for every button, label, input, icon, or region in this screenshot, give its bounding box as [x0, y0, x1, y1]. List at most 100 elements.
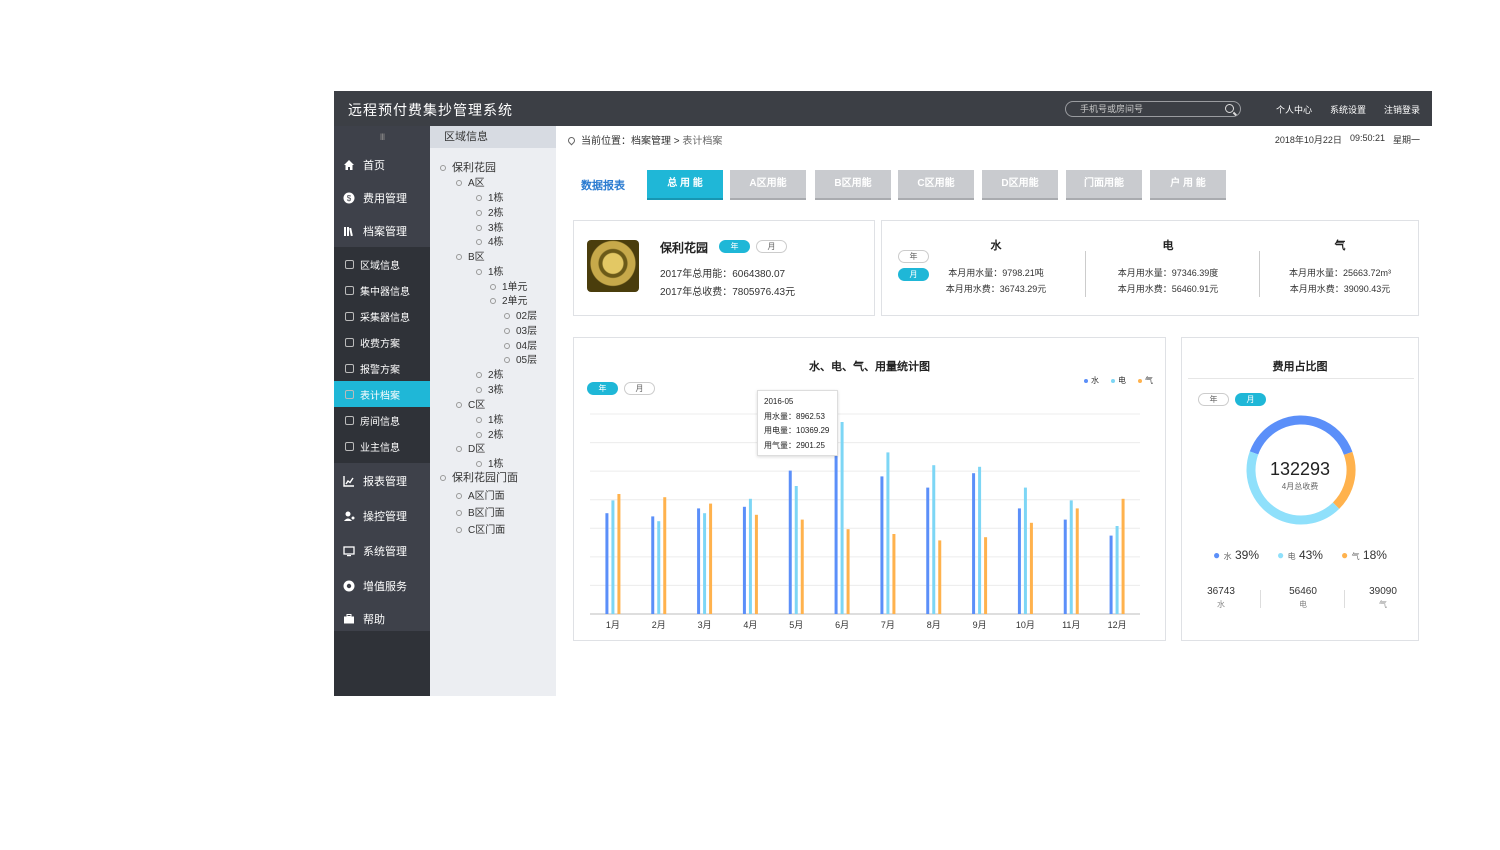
settings-link[interactable]: 系统设置	[1330, 103, 1366, 116]
tree-node[interactable]: A区门面	[456, 487, 505, 502]
bar-gas[interactable]	[800, 519, 804, 614]
bar-electricity[interactable]	[703, 513, 707, 614]
bar-gas[interactable]	[1075, 508, 1079, 614]
tree-node[interactable]: 2栋	[476, 426, 504, 441]
expand-icon[interactable]	[476, 417, 482, 424]
tab-total-energy[interactable]: 总 用 能	[647, 170, 723, 198]
bar-water[interactable]	[742, 506, 746, 614]
bar-electricity[interactable]	[886, 452, 890, 614]
bar-water[interactable]	[926, 487, 930, 614]
tree-node[interactable]: 2单元	[490, 292, 528, 307]
bar-gas[interactable]	[984, 537, 988, 614]
collapse-icon[interactable]	[456, 446, 462, 453]
bar-water[interactable]	[651, 516, 655, 614]
bar-electricity[interactable]	[657, 521, 661, 614]
bar-gas[interactable]	[1029, 522, 1033, 614]
bar-electricity[interactable]	[978, 466, 982, 614]
tree-node[interactable]: 05层	[504, 351, 537, 366]
submenu-item-owner[interactable]: 业主信息	[334, 433, 430, 459]
tree-node[interactable]: D区	[456, 440, 485, 455]
bar-electricity[interactable]	[748, 498, 752, 614]
tree-node[interactable]: 3栋	[476, 219, 504, 234]
bar-water[interactable]	[1063, 519, 1067, 614]
tab-zone-b[interactable]: B区用能	[815, 170, 891, 198]
tree-node[interactable]: 2栋	[476, 204, 504, 219]
breadcrumb-parent[interactable]: 档案管理	[631, 136, 671, 147]
collapse-toggle[interactable]: III	[334, 126, 430, 148]
tree-node[interactable]: 04层	[504, 337, 537, 352]
tree-node[interactable]: 2栋	[476, 366, 504, 381]
logout-link[interactable]: 注销登录	[1384, 103, 1420, 116]
collapse-icon[interactable]	[456, 180, 462, 187]
expand-icon[interactable]	[476, 372, 482, 379]
tree-node[interactable]: C区	[456, 396, 485, 411]
collapse-icon[interactable]	[440, 165, 446, 172]
month-toggle[interactable]: 月	[1235, 393, 1266, 406]
tree-node[interactable]: B区门面	[456, 504, 505, 519]
tree-node[interactable]: 3栋	[476, 381, 504, 396]
bar-electricity[interactable]	[611, 500, 615, 614]
tree-node[interactable]: 1单元	[490, 278, 528, 293]
tree-node[interactable]: 1栋	[476, 411, 504, 426]
tree-node[interactable]: C区门面	[456, 521, 505, 536]
collapse-icon[interactable]	[476, 269, 482, 276]
tab-storefront[interactable]: 门面用能	[1066, 170, 1142, 198]
submenu-item-meter-archive[interactable]: 表计档案	[334, 381, 430, 407]
tab-household[interactable]: 户 用 能	[1150, 170, 1226, 198]
bar-water[interactable]	[972, 473, 976, 614]
expand-icon[interactable]	[476, 239, 482, 246]
submenu-item-charge-plan[interactable]: 收费方案	[334, 329, 430, 355]
search-input[interactable]: 手机号或房间号	[1065, 101, 1241, 117]
tree-node[interactable]: 保利花园门面	[440, 469, 518, 485]
expand-icon[interactable]	[476, 387, 482, 394]
tree-node[interactable]: 1栋	[476, 189, 504, 204]
tree-node[interactable]: 1栋	[476, 263, 504, 278]
expand-icon[interactable]	[504, 328, 510, 335]
sidebar-item-value-added[interactable]: 增值服务	[334, 568, 430, 603]
expand-icon[interactable]	[456, 493, 462, 500]
expand-icon[interactable]	[476, 225, 482, 232]
bar-gas[interactable]	[617, 494, 621, 614]
bar-gas[interactable]	[892, 534, 896, 614]
bar-electricity[interactable]	[1023, 487, 1027, 614]
tab-zone-a[interactable]: A区用能	[730, 170, 806, 198]
submenu-item-collector[interactable]: 采集器信息	[334, 303, 430, 329]
tree-node[interactable]: B区	[456, 248, 485, 263]
tree-node[interactable]: 02层	[504, 307, 537, 322]
expand-icon[interactable]	[476, 195, 482, 202]
bar-electricity[interactable]	[840, 422, 844, 614]
bar-water[interactable]	[605, 513, 609, 614]
year-toggle[interactable]: 年	[1198, 393, 1229, 406]
tree-node[interactable]: A区	[456, 174, 485, 189]
expand-icon[interactable]	[504, 313, 510, 320]
bar-water[interactable]	[834, 449, 838, 614]
collapse-icon[interactable]	[490, 298, 496, 305]
bar-gas[interactable]	[709, 503, 713, 614]
bar-gas[interactable]	[1121, 498, 1125, 614]
bar-gas[interactable]	[754, 514, 758, 614]
month-toggle[interactable]: 月	[756, 240, 787, 253]
tab-zone-d[interactable]: D区用能	[982, 170, 1058, 198]
tree-node[interactable]: 1栋	[476, 455, 504, 470]
submenu-item-concentrator[interactable]: 集中器信息	[334, 277, 430, 303]
profile-link[interactable]: 个人中心	[1276, 103, 1312, 116]
expand-icon[interactable]	[456, 527, 462, 534]
bar-electricity[interactable]	[794, 486, 798, 614]
expand-icon[interactable]	[490, 284, 496, 291]
search-icon[interactable]	[1225, 104, 1234, 113]
expand-icon[interactable]	[504, 343, 510, 350]
bar-gas[interactable]	[846, 529, 850, 614]
tab-zone-c[interactable]: C区用能	[898, 170, 974, 198]
sidebar-item-home[interactable]: 首页	[334, 148, 430, 181]
year-toggle[interactable]: 年	[719, 240, 750, 253]
bar-water[interactable]	[880, 476, 884, 614]
bar-water[interactable]	[1017, 508, 1021, 614]
sidebar-item-system[interactable]: 系统管理	[334, 533, 430, 568]
sidebar-item-control[interactable]: 操控管理	[334, 498, 430, 533]
sidebar-item-fees[interactable]: $ 费用管理	[334, 181, 430, 214]
submenu-item-room[interactable]: 房间信息	[334, 407, 430, 433]
tree-node[interactable]: 保利花园	[440, 159, 496, 175]
tree-node[interactable]: 03层	[504, 322, 537, 337]
expand-icon[interactable]	[504, 357, 510, 364]
bar-water[interactable]	[788, 470, 792, 614]
